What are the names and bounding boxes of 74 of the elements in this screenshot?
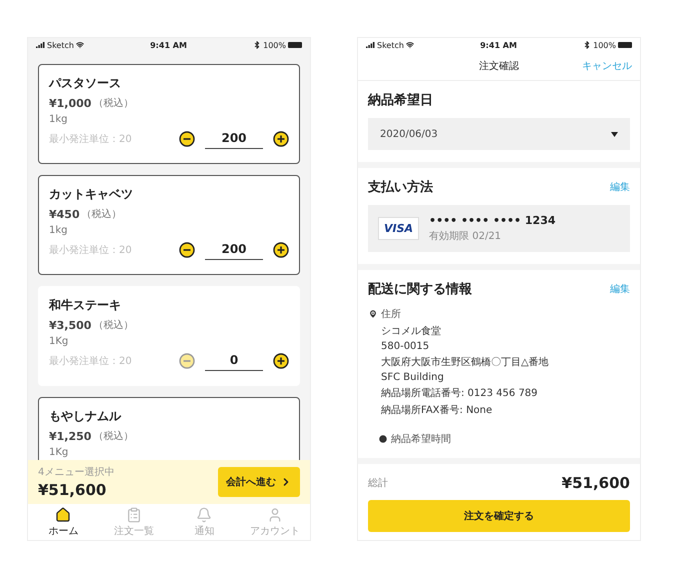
address-line: 納品場所電話番号: 0123 456 789 bbox=[381, 386, 539, 400]
battery-icon bbox=[618, 42, 632, 48]
dropdown-caret-icon bbox=[611, 132, 618, 136]
product-name: パスタソース bbox=[49, 75, 122, 92]
user-icon bbox=[266, 506, 283, 522]
card-number: •••• •••• •••• 1234 bbox=[429, 214, 556, 227]
quantity-field[interactable]: 200 bbox=[205, 240, 263, 260]
product-unit: 1Kg bbox=[49, 447, 70, 458]
bluetooth-icon bbox=[583, 41, 592, 49]
home-icon bbox=[55, 506, 72, 522]
tax-note: （税込） bbox=[93, 96, 134, 110]
wifi-icon bbox=[76, 41, 84, 49]
checkout-button[interactable]: 会計へ進む bbox=[218, 467, 300, 497]
product-unit: 1Kg bbox=[49, 336, 70, 347]
product-price: ¥450 bbox=[49, 208, 80, 220]
carrier-name: Sketch bbox=[47, 40, 74, 50]
product-card[interactable]: パスタソース ¥1,000 （税込） 1kg 最小発注単位：20 200 bbox=[38, 64, 300, 164]
delivery-time-label: 納品希望時間 bbox=[391, 432, 451, 446]
product-unit: 1kg bbox=[49, 114, 69, 125]
section-heading: 支払い方法 bbox=[368, 178, 433, 196]
battery-icon bbox=[288, 42, 302, 48]
product-unit: 1kg bbox=[49, 225, 69, 236]
wifi-icon bbox=[406, 41, 414, 49]
address-line: シコメル食堂 bbox=[381, 324, 442, 338]
location-pin-icon bbox=[368, 309, 378, 319]
minus-icon[interactable] bbox=[179, 131, 195, 147]
battery-percent: 100% bbox=[263, 40, 286, 50]
selected-count: 4メニュー選択中 bbox=[38, 466, 114, 479]
total-amount: ¥51,600 bbox=[38, 481, 108, 499]
bluetooth-icon bbox=[253, 41, 262, 49]
quantity-field[interactable]: 0 bbox=[205, 351, 263, 371]
product-card[interactable]: 和牛ステーキ ¥3,500 （税込） 1Kg 最小発注単位：20 0 bbox=[38, 286, 300, 386]
status-time: 9:41 AM bbox=[480, 40, 517, 50]
total-amount: ¥51,600 bbox=[562, 474, 630, 492]
section-heading: 配送に関する情報 bbox=[368, 281, 472, 298]
clipboard-icon bbox=[126, 506, 142, 522]
min-order-text: 最小発注単位：20 bbox=[49, 244, 132, 257]
product-card[interactable]: もやしナムル ¥1,250 （税込） 1Kg bbox=[38, 397, 300, 460]
product-price: ¥3,500 bbox=[49, 318, 92, 332]
product-name: 和牛ステーキ bbox=[49, 297, 122, 314]
plus-icon[interactable] bbox=[273, 242, 289, 258]
section-heading: 納品希望日 bbox=[368, 92, 434, 109]
product-name: カットキャベツ bbox=[49, 186, 134, 203]
minus-icon[interactable] bbox=[179, 242, 195, 258]
address-label: 住所 bbox=[381, 308, 401, 321]
bell-icon bbox=[196, 506, 212, 522]
plus-icon[interactable] bbox=[273, 131, 289, 147]
card-expiry: 有効期限 02/21 bbox=[429, 230, 502, 243]
status-time: 9:41 AM bbox=[150, 40, 187, 50]
product-price: ¥1,000 bbox=[49, 96, 92, 110]
tax-note: （税込） bbox=[93, 430, 134, 443]
signal-icon bbox=[366, 42, 375, 48]
min-order-text: 最小発注単位：20 bbox=[49, 354, 132, 368]
address-line: 納品場所FAX番号: None bbox=[381, 404, 494, 417]
card-brand-logo: VISA bbox=[378, 217, 420, 240]
tab-item[interactable]: ホーム bbox=[28, 504, 98, 540]
min-order-text: 最小発注単位：20 bbox=[49, 132, 132, 146]
screen-title: 注文確認 bbox=[479, 60, 519, 73]
battery-percent: 100% bbox=[593, 40, 616, 50]
address-line: 大阪府大阪市生野区鶴橋〇丁目△番地 bbox=[381, 356, 550, 369]
address-line: 580-0015 bbox=[381, 341, 430, 352]
product-name: もやしナムル bbox=[49, 408, 122, 425]
product-card[interactable]: カットキャベツ ¥450 （税込） 1kg 最小発注単位：20 200 bbox=[38, 175, 300, 275]
total-label: 総計 bbox=[368, 476, 388, 490]
address-line: SFC Building bbox=[381, 372, 445, 383]
carrier-name: Sketch bbox=[377, 40, 404, 50]
confirm-order-button[interactable]: 注文を確定する bbox=[368, 500, 630, 532]
tax-note: （税込） bbox=[93, 318, 134, 332]
date-dropdown[interactable]: 2020/06/03 bbox=[368, 118, 630, 150]
quantity-field[interactable]: 200 bbox=[205, 129, 263, 149]
plus-icon[interactable] bbox=[273, 353, 289, 369]
signal-icon bbox=[36, 42, 45, 48]
product-price: ¥1,250 bbox=[49, 430, 92, 442]
tax-note: （税込） bbox=[82, 208, 122, 221]
